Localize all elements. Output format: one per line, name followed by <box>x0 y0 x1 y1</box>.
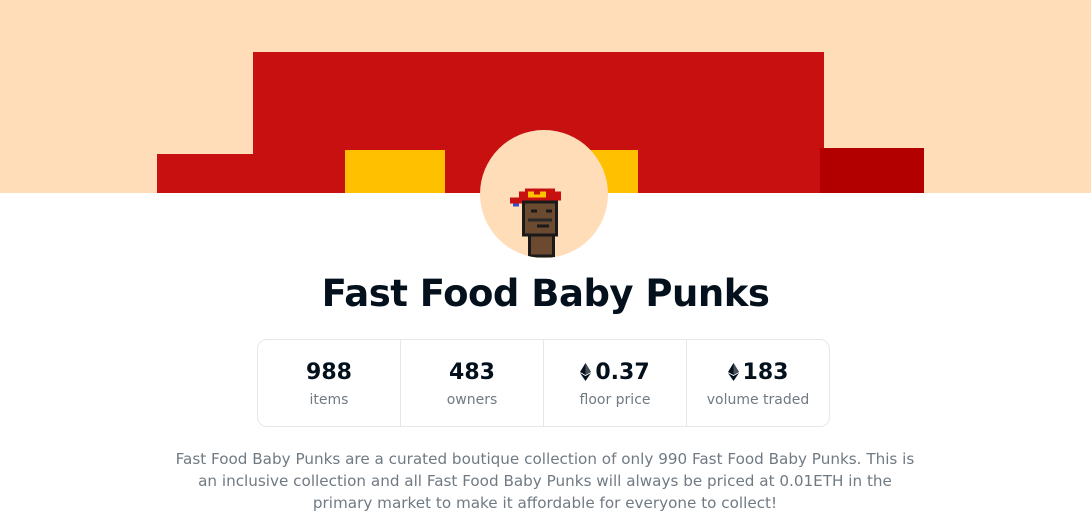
collection-title: Fast Food Baby Punks <box>321 272 770 315</box>
collection-stats: 988 items 483 owners 0.37 floor price 18… <box>257 339 830 427</box>
stat-owners[interactable]: 483 owners <box>401 340 544 426</box>
stat-floor-price[interactable]: 0.37 floor price <box>544 340 687 426</box>
stat-value: 483 <box>449 358 495 386</box>
collection-avatar[interactable] <box>480 130 608 258</box>
stat-items-label: items <box>309 392 349 408</box>
banner-hat-brim-right <box>820 148 924 193</box>
collection-description: Fast Food Baby Punks are a curated bouti… <box>175 450 915 512</box>
stat-value: 183 <box>727 358 789 386</box>
stat-value: 988 <box>306 358 352 386</box>
banner-hat-brim-left <box>157 154 257 193</box>
ethereum-icon <box>727 363 739 381</box>
stat-owners-value: 483 <box>449 359 495 385</box>
stat-volume-traded-value: 183 <box>742 359 789 385</box>
collection-page: Fast Food Baby Punks 988 items 483 owner… <box>0 0 1091 528</box>
punk-avatar-icon <box>510 188 561 258</box>
ethereum-icon <box>580 363 592 381</box>
stat-floor-price-value: 0.37 <box>595 359 650 385</box>
stat-volume-traded[interactable]: 183 volume traded <box>687 340 829 426</box>
stat-items[interactable]: 988 items <box>258 340 401 426</box>
stat-floor-price-label: floor price <box>579 392 651 408</box>
stat-volume-traded-label: volume traded <box>706 392 810 408</box>
banner-logo-arch-left <box>345 150 445 193</box>
stat-items-value: 988 <box>306 359 352 385</box>
stat-owners-label: owners <box>446 392 498 408</box>
stat-value: 0.37 <box>580 358 650 386</box>
